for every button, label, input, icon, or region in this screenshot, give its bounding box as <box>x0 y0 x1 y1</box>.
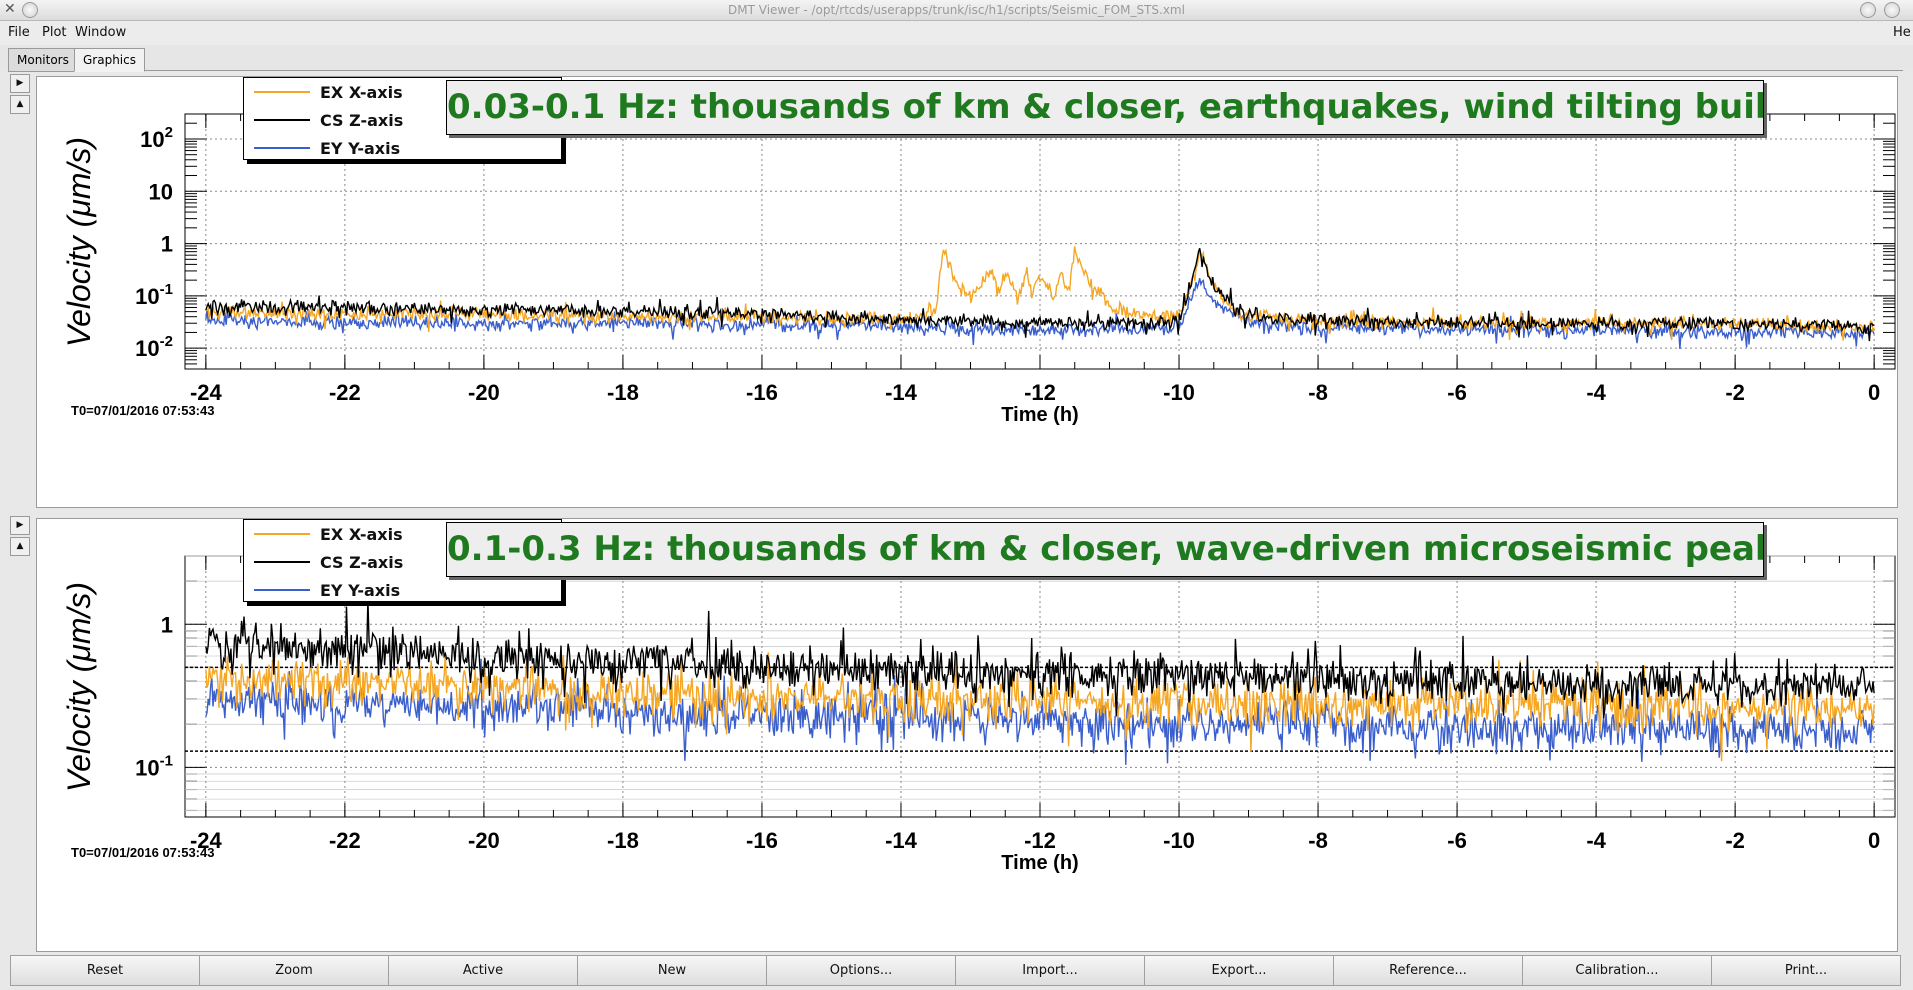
bottom-toolbar: Reset Zoom Active New Options... Import.… <box>10 955 1901 986</box>
panel1-collapse-button[interactable]: ▲ <box>10 95 30 114</box>
window-title: DMT Viewer - /opt/rtcds/userapps/trunk/i… <box>728 3 1185 17</box>
window-titlebar: ✕ DMT Viewer - /opt/rtcds/userapps/trunk… <box>0 0 1913 21</box>
y-tick-label: 10-1 <box>135 281 173 309</box>
reference-button[interactable]: Reference... <box>1333 955 1523 986</box>
y-axis-label: Velocity (μm/s) <box>61 582 97 792</box>
legend-swatch <box>254 561 310 563</box>
menu-bar: File Plot Window He <box>0 21 1913 46</box>
x-tick-label: -18 <box>607 380 639 405</box>
y-tick-label: 1 <box>161 232 173 257</box>
plot-title-1: 0.03-0.1 Hz: thousands of km & closer, e… <box>446 80 1764 135</box>
x-axis-label: Time (h) <box>1001 404 1078 426</box>
x-tick-label: -10 <box>1163 380 1195 405</box>
x-tick-label: -18 <box>607 828 639 853</box>
close-button[interactable] <box>1884 2 1900 18</box>
x-tick-label: -6 <box>1447 828 1467 853</box>
y-tick-label: 10 <box>149 179 173 204</box>
active-button[interactable]: Active <box>388 955 578 986</box>
t0-timestamp: T0=07/01/2016 07:53:43 <box>71 845 214 860</box>
legend-label: EY Y-axis <box>320 139 401 158</box>
new-button[interactable]: New <box>577 955 767 986</box>
panel2-expand-button[interactable]: ▶ <box>10 516 30 535</box>
zoom-button[interactable]: Zoom <box>199 955 389 986</box>
x-tick-label: -16 <box>746 828 778 853</box>
x-tick-label: -16 <box>746 380 778 405</box>
tab-graphics[interactable]: Graphics <box>74 48 145 72</box>
x-tick-label: -4 <box>1586 380 1606 405</box>
legend-swatch <box>254 119 310 121</box>
x-tick-label: -22 <box>329 828 361 853</box>
legend-swatch <box>254 533 310 535</box>
x-tick-label: -2 <box>1725 380 1745 405</box>
options-button[interactable]: Options... <box>766 955 956 986</box>
legend-label: EY Y-axis <box>320 581 401 600</box>
x-tick-label: -12 <box>1024 828 1056 853</box>
legend-swatch <box>254 91 310 93</box>
x-tick-label: -22 <box>329 380 361 405</box>
x-tick-label: -14 <box>885 828 918 853</box>
tab-divider <box>145 70 1903 71</box>
tab-monitors[interactable]: Monitors <box>8 48 78 72</box>
y-tick-label: 10-2 <box>135 333 173 361</box>
menu-help[interactable]: He <box>1893 25 1911 40</box>
x-tick-label: -10 <box>1163 828 1195 853</box>
export-button[interactable]: Export... <box>1144 955 1334 986</box>
x-tick-label: -4 <box>1586 828 1606 853</box>
panel2-collapse-button[interactable]: ▲ <box>10 537 30 556</box>
x-tick-label: -2 <box>1725 828 1745 853</box>
x-tick-label: 0 <box>1868 828 1880 853</box>
plot-title-2: 0.1-0.3 Hz: thousands of km & closer, wa… <box>446 522 1764 577</box>
t0-timestamp: T0=07/01/2016 07:53:43 <box>71 403 214 418</box>
y-axis-label: Velocity (μm/s) <box>61 137 97 347</box>
y-tick-label: 10-1 <box>135 752 173 780</box>
x-tick-label: -8 <box>1308 380 1328 405</box>
legend-swatch <box>254 589 310 591</box>
menu-file[interactable]: File <box>8 25 30 40</box>
legend-swatch <box>254 147 310 149</box>
x-tick-label: -12 <box>1024 380 1056 405</box>
reset-button[interactable]: Reset <box>10 955 200 986</box>
plot-panel-1[interactable]: -24 -22 -20 -18 -16 -14 -12 -10 -8 -6 -4 -2 0 10-2 10-… <box>36 76 1898 508</box>
x-tick-label: -20 <box>468 828 500 853</box>
calibration-button[interactable]: Calibration... <box>1522 955 1712 986</box>
x-tick-label: -6 <box>1447 380 1467 405</box>
x-tick-label: -24 <box>190 380 223 405</box>
y-tick-label: 1 <box>161 612 173 637</box>
x-axis-label: Time (h) <box>1001 852 1078 874</box>
legend-label: CS Z-axis <box>320 553 404 572</box>
panel1-expand-button[interactable]: ▶ <box>10 74 30 93</box>
print-button[interactable]: Print... <box>1711 955 1901 986</box>
legend-item: EY Y-axis <box>244 136 559 160</box>
x-tick-label: -14 <box>885 380 918 405</box>
tab-bar: Monitors Graphics <box>0 45 1913 72</box>
y-tick-label: 102 <box>140 124 173 152</box>
x-tick-label: -8 <box>1308 828 1328 853</box>
menu-window[interactable]: Window <box>75 25 126 40</box>
plot-panel-2[interactable]: -24 -22 -20 -18 -16 -14 -12 -10 -8 -6 -4 -2 0 10-1 1 Ti… <box>36 518 1898 952</box>
menu-plot[interactable]: Plot <box>42 25 67 40</box>
legend-item: EY Y-axis <box>244 578 559 602</box>
x-tick-label: -20 <box>468 380 500 405</box>
x-tick-label: 0 <box>1868 380 1880 405</box>
legend-label: EX X-axis <box>320 83 403 102</box>
import-button[interactable]: Import... <box>955 955 1145 986</box>
minimize-button[interactable] <box>1860 2 1876 18</box>
legend-label: CS Z-axis <box>320 111 404 130</box>
legend-label: EX X-axis <box>320 525 403 544</box>
